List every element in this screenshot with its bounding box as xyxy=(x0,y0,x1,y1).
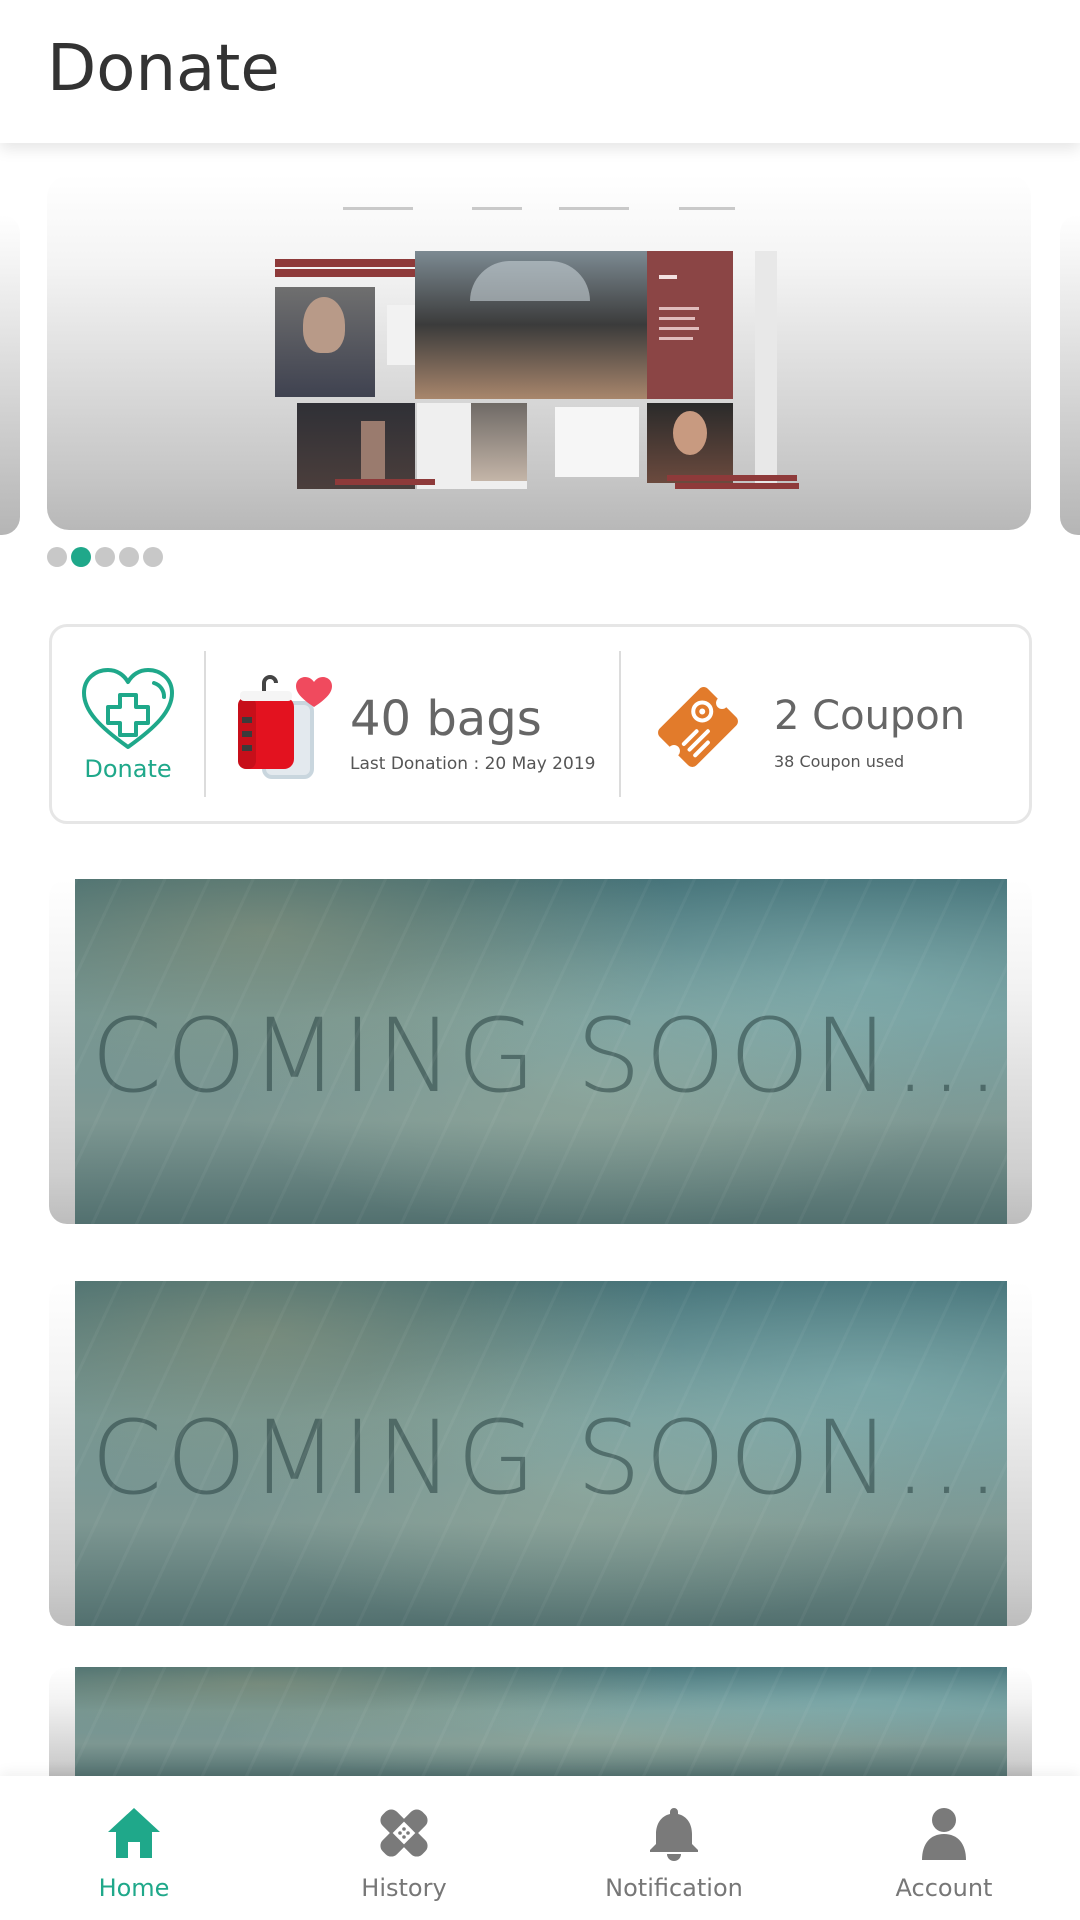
nav-notification[interactable]: Notification xyxy=(574,1776,774,1920)
divider xyxy=(619,651,621,797)
coming-soon-banner[interactable] xyxy=(49,1667,1032,1777)
bags-count: 40 bags xyxy=(350,691,542,747)
banner-text: COMING SOON... xyxy=(91,997,1001,1116)
pagination-dot[interactable] xyxy=(47,547,67,567)
divider xyxy=(204,651,206,797)
banner-image: COMING SOON... xyxy=(75,879,1007,1224)
pagination-dot[interactable] xyxy=(95,547,115,567)
magazine-nav-decoration xyxy=(47,207,1031,217)
coupon-icon xyxy=(658,687,738,767)
nav-label: Notification xyxy=(605,1874,743,1902)
donation-summary-card: Donate 40 bags Last Donation : 20 May 20… xyxy=(49,624,1032,824)
coupon-count: 2 Coupon xyxy=(774,693,966,739)
nav-account[interactable]: Account xyxy=(844,1776,1044,1920)
pagination-dot[interactable] xyxy=(143,547,163,567)
nav-home[interactable]: Home xyxy=(34,1776,234,1920)
carousel-prev-slide[interactable] xyxy=(0,215,20,535)
coming-soon-banner[interactable]: COMING SOON... xyxy=(49,879,1032,1224)
carousel-slide[interactable] xyxy=(47,175,1031,530)
banner-text: COMING SOON... xyxy=(91,1399,1001,1518)
donate-button[interactable]: Donate xyxy=(52,627,204,821)
donate-label: Donate xyxy=(84,755,172,783)
carousel-next-slide[interactable] xyxy=(1060,215,1080,535)
blood-bag-icon xyxy=(238,675,332,779)
home-icon xyxy=(108,1808,160,1858)
banner-image xyxy=(75,1667,1007,1777)
top-app-bar: Donate xyxy=(0,0,1080,143)
page-title: Donate xyxy=(47,32,280,106)
heart-medical-icon xyxy=(82,668,174,749)
magazine-collage-image xyxy=(275,251,803,489)
last-donation-date: Last Donation : 20 May 2019 xyxy=(350,754,596,774)
nav-label: History xyxy=(361,1874,447,1902)
nav-history[interactable]: History xyxy=(304,1776,504,1920)
app-screen: Donate Donate 40 bags Last Donation: 20… xyxy=(0,0,1080,1920)
banner-image: COMING SOON... xyxy=(75,1281,1007,1626)
bandage-icon xyxy=(380,1809,428,1857)
pagination-dot[interactable] xyxy=(119,547,139,567)
image-carousel[interactable] xyxy=(0,175,1080,535)
carousel-pagination[interactable] xyxy=(47,547,163,567)
nav-label: Account xyxy=(895,1874,993,1902)
pagination-dot-active[interactable] xyxy=(71,547,91,567)
coming-soon-banner[interactable]: COMING SOON... xyxy=(49,1281,1032,1626)
nav-label: Home xyxy=(98,1874,170,1902)
coupon-used: 38 Coupon used xyxy=(774,752,905,771)
user-icon xyxy=(922,1808,966,1860)
bell-icon xyxy=(650,1808,698,1861)
bottom-navigation: Home History Notification Account xyxy=(0,1776,1080,1920)
